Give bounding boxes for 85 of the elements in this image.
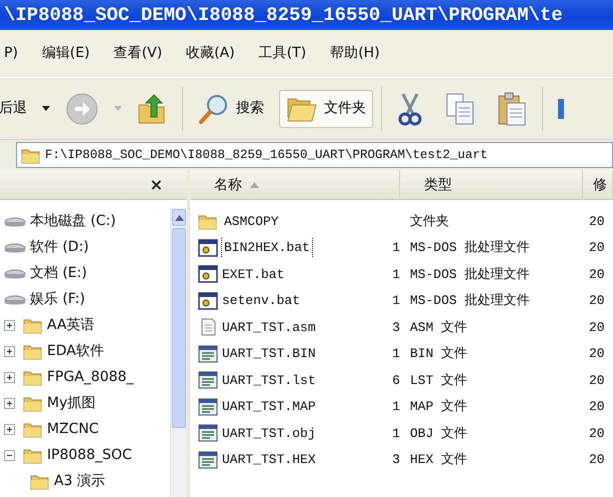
file-date: 20 — [589, 293, 605, 308]
menu-item[interactable]: 工具(T) — [258, 43, 306, 64]
folders-button[interactable]: 文件夹 — [279, 90, 373, 128]
menu-item[interactable]: 帮助(H) — [330, 43, 380, 64]
file-name[interactable]: UART_TST.MAP — [222, 397, 316, 416]
file-name[interactable]: UART_TST.BIN — [222, 344, 316, 364]
file-type: MS-DOS 批处理文件 — [410, 240, 530, 255]
file-size: 1 — [392, 266, 400, 282]
menu-item[interactable]: P) — [4, 43, 18, 64]
file-name[interactable]: setenv.bat — [222, 291, 300, 310]
tree-item[interactable]: IP8088_SOC — [0, 442, 170, 468]
tree-item[interactable]: 文档 (E:) — [0, 260, 170, 286]
column-header[interactable]: 名称 — [190, 170, 400, 200]
file-size: 6 — [392, 372, 400, 388]
menu-item[interactable]: 收藏(A) — [186, 43, 235, 64]
file-type: MAP 文件 — [410, 399, 468, 414]
dropdown-icon[interactable] — [42, 106, 50, 112]
file-name[interactable]: BIN2HEX.bat — [222, 238, 312, 258]
window-title: \IP8088_SOC_DEMO\I8088_8259_16550_UART\PROGRAM\te — [0, 0, 613, 30]
program-icon — [198, 398, 218, 416]
close-button[interactable]: × — [150, 172, 163, 196]
scroll-up-icon[interactable] — [174, 214, 184, 220]
file-type: BIN 文件 — [410, 346, 468, 361]
tree-item[interactable]: A3 演示 — [0, 468, 170, 494]
address-field[interactable]: F:\IP8088_SOC_DEMO\I8088_8259_16550_UART\PROGRAM\test2_uart — [16, 142, 613, 168]
file-type: MS-DOS 批处理文件 — [410, 266, 530, 282]
file-name[interactable]: UART_TST.HEX — [222, 450, 316, 470]
file-size: 1 — [392, 399, 400, 414]
tree-item[interactable]: EDA软件 — [0, 338, 170, 364]
file-type: LST 文件 — [410, 372, 468, 388]
toolbar-icon — [558, 98, 564, 118]
paste-icon — [497, 90, 527, 126]
file-name[interactable]: UART_TST.lst — [222, 370, 316, 390]
program-icon — [198, 424, 218, 442]
tree-item[interactable]: 本地磁盘 (C:) — [0, 208, 170, 234]
menu-item[interactable]: 编辑(E) — [42, 43, 90, 64]
file-size: 1 — [392, 426, 400, 440]
file-size: 1 — [392, 293, 400, 308]
tree-item[interactable]: AA英语 — [0, 312, 170, 338]
file-type: 文件夹 — [410, 214, 449, 228]
tree-item[interactable]: MZCNC — [0, 416, 170, 442]
file-name[interactable]: UART_TST.asm — [222, 318, 316, 337]
file-size: 1 — [392, 346, 400, 361]
forward-icon — [65, 92, 99, 126]
file-size: 3 — [392, 320, 400, 334]
scissors-icon — [397, 92, 423, 126]
file-date: 20 — [589, 426, 605, 440]
copy-icon — [445, 92, 475, 126]
program-icon — [198, 344, 218, 363]
file-type: OBJ 文件 — [410, 426, 468, 440]
menu-item[interactable]: 查看(V) — [114, 43, 162, 64]
file-type: MS-DOS 批处理文件 — [410, 293, 530, 308]
file-size: 3 — [392, 452, 400, 467]
program-icon — [198, 450, 218, 469]
file-name[interactable]: ASMCOPY — [224, 212, 279, 231]
file-name[interactable]: UART_TST.obj — [222, 424, 316, 443]
file-name[interactable]: EXET.bat — [222, 264, 284, 284]
file-date: 20 — [589, 372, 605, 388]
expand-icon[interactable] — [4, 320, 15, 330]
tree-item[interactable]: 娱乐 (F:) — [0, 286, 170, 312]
program-icon — [198, 371, 218, 390]
file-date: 20 — [589, 240, 605, 255]
tree-item[interactable]: My抓图 — [0, 390, 170, 416]
expand-icon[interactable] — [4, 346, 15, 356]
file-type: HEX 文件 — [410, 452, 468, 467]
file-date: 20 — [589, 452, 605, 467]
column-header[interactable]: 修 — [583, 170, 613, 200]
file-date: 20 — [589, 214, 605, 228]
column-header[interactable]: 类型 — [400, 170, 583, 200]
up-folder-icon — [137, 92, 167, 124]
tree-item[interactable]: FPGA_8088_ — [0, 364, 170, 390]
expand-icon[interactable] — [4, 424, 15, 434]
file-date: 20 — [589, 320, 605, 334]
file-date: 20 — [589, 399, 605, 414]
tree-item[interactable]: 软件 (D:) — [0, 234, 170, 260]
file-date: 20 — [589, 346, 605, 361]
file-date: 20 — [589, 266, 605, 282]
search-icon — [198, 92, 230, 124]
search-button[interactable]: 搜索 — [191, 88, 271, 130]
scrollbar[interactable] — [170, 208, 187, 497]
expand-icon[interactable] — [4, 398, 15, 408]
expand-icon[interactable] — [4, 372, 15, 382]
file-size: 1 — [392, 240, 400, 255]
file-type: ASM 文件 — [410, 320, 468, 334]
collapse-icon[interactable] — [4, 450, 15, 460]
